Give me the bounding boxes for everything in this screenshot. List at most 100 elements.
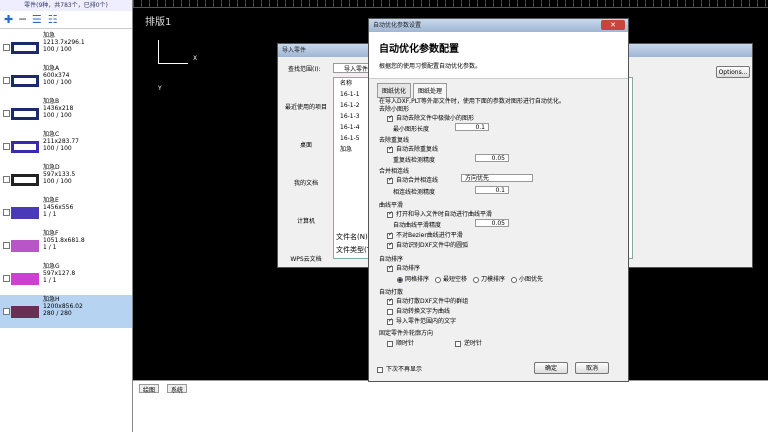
- part-item[interactable]: 加急C 211x283.77 100 / 100: [0, 130, 132, 163]
- part-size: 1213.7x296.1: [43, 39, 85, 46]
- part-qty: 100 / 100: [43, 145, 72, 152]
- text-curve-checkbox[interactable]: [387, 308, 393, 315]
- min-length-spinner[interactable]: 0.1: [455, 123, 489, 131]
- part-info: 加急E 1456x556 1 / 1: [43, 197, 73, 218]
- part-name: 加急A: [43, 65, 60, 72]
- arc-checkbox[interactable]: [387, 241, 393, 249]
- list-view-icon[interactable]: ☰: [32, 13, 42, 26]
- part-item[interactable]: 加急E 1456x556 1 / 1: [0, 196, 132, 229]
- remove-small-checkbox[interactable]: [387, 114, 393, 122]
- text-curve-label: 自动转换文字为曲线: [396, 308, 451, 315]
- part-info: 加急A 600x374 100 / 100: [43, 65, 72, 86]
- close-icon[interactable]: ✕: [601, 20, 625, 30]
- dup-precision-spinner[interactable]: 0.05: [475, 154, 509, 162]
- section-sort: 自动排序: [379, 256, 404, 263]
- place-wps[interactable]: WPS云文档: [282, 230, 330, 268]
- part-info: 加急F 1051.8x681.8 1 / 1: [43, 230, 85, 251]
- part-item[interactable]: 加急G 597x127.8 1 / 1: [0, 262, 132, 295]
- part-item[interactable]: 加急D 597x133.5 100 / 100: [0, 163, 132, 196]
- section-smooth: 曲线平滑: [379, 202, 404, 209]
- part-size: 1436x218: [43, 105, 74, 112]
- part-checkbox[interactable]: [3, 143, 10, 150]
- add-icon[interactable]: ✚: [4, 13, 13, 26]
- cancel-button[interactable]: 取消: [575, 362, 609, 374]
- place-recent[interactable]: 最近使用的项目: [282, 78, 330, 116]
- radio-small[interactable]: [511, 276, 518, 283]
- no-show-label: 下次不再显示: [386, 366, 423, 373]
- radio-shortest-label: 最短空移: [443, 276, 468, 283]
- part-thumbnail: [11, 265, 39, 293]
- part-qty: 1 / 1: [43, 244, 57, 251]
- layout-tab-title[interactable]: 排版1: [145, 13, 171, 28]
- bezier-checkbox[interactable]: [387, 231, 393, 239]
- bottom-panel: 绘图 系统: [133, 380, 768, 432]
- part-item[interactable]: 加急A 600x374 100 / 100: [0, 64, 132, 97]
- part-checkbox[interactable]: [3, 209, 10, 216]
- ok-button[interactable]: 确定: [534, 362, 568, 374]
- optimize-title: 自动优化参数设置: [373, 22, 422, 29]
- part-thumbnail: [11, 34, 39, 62]
- cw-label: 顺时针: [396, 340, 415, 347]
- part-item[interactable]: 加急F 1051.8x681.8 1 / 1: [0, 229, 132, 262]
- optimize-subtitle: 根据您的使用习惯配置自动优化参数。: [379, 63, 482, 70]
- part-thumbnail: [11, 199, 39, 227]
- auto-optimize-dialog: 自动优化参数设置 ✕ 自动优化参数配置 根据您的使用习惯配置自动优化参数。 图纸优…: [368, 18, 629, 382]
- part-qty: 100 / 100: [43, 79, 72, 86]
- remove-dup-checkbox[interactable]: [387, 145, 393, 153]
- radio-die-label: 刀模排序: [481, 276, 506, 283]
- part-item[interactable]: 加急 1213.7x296.1 100 / 100: [0, 31, 132, 64]
- part-checkbox[interactable]: [3, 308, 10, 315]
- part-name: 加急D: [43, 164, 60, 171]
- part-qty: 100 / 100: [43, 178, 72, 185]
- merge-precision-label: 相连线检测精度: [393, 189, 436, 196]
- section-dup: 去除重复线: [379, 137, 410, 144]
- no-show-checkbox[interactable]: [377, 366, 383, 373]
- sort-checkbox[interactable]: [387, 264, 393, 272]
- part-checkbox[interactable]: [3, 77, 10, 84]
- radio-shortest[interactable]: [435, 276, 442, 283]
- optimize-titlebar: 自动优化参数设置 ✕: [369, 19, 628, 32]
- part-thumbnail: [11, 100, 39, 128]
- merge-precision-spinner[interactable]: 0.1: [475, 186, 509, 194]
- place-documents[interactable]: 我的文档: [282, 154, 330, 192]
- remove-small-label: 自动去除文件中极微小的图形: [396, 115, 475, 122]
- part-size: 1051.8x681.8: [43, 237, 85, 244]
- tab-draw[interactable]: 绘图: [139, 384, 160, 394]
- remove-icon[interactable]: ━: [19, 13, 26, 26]
- merge-checkbox[interactable]: [387, 176, 393, 184]
- part-checkbox[interactable]: [3, 176, 10, 183]
- part-size: 1200x856.02: [43, 303, 83, 310]
- cw-checkbox[interactable]: [387, 340, 393, 347]
- radio-grid[interactable]: [397, 276, 403, 283]
- radio-die[interactable]: [473, 276, 480, 283]
- part-thumbnail: [11, 298, 39, 326]
- part-checkbox[interactable]: [3, 110, 10, 117]
- import-text-checkbox[interactable]: [387, 317, 393, 325]
- part-qty: 100 / 100: [43, 112, 72, 119]
- part-checkbox[interactable]: [3, 242, 10, 249]
- place-computer[interactable]: 计算机: [282, 192, 330, 230]
- smooth-precision-spinner[interactable]: 0.05: [475, 219, 509, 227]
- part-name: 加急C: [43, 131, 60, 138]
- explode-checkbox[interactable]: [387, 297, 393, 305]
- part-checkbox[interactable]: [3, 44, 10, 51]
- smooth-precision-label: 自动曲线平滑精度: [393, 222, 442, 229]
- sort-label: 自动排序: [396, 265, 421, 272]
- y-axis-label: Y: [158, 85, 162, 92]
- part-name: 加急F: [43, 230, 59, 237]
- part-size: 597x127.8: [43, 270, 76, 277]
- tab-system[interactable]: 系统: [167, 384, 188, 394]
- smooth-checkbox[interactable]: [387, 210, 393, 218]
- part-checkbox[interactable]: [3, 275, 10, 282]
- ccw-checkbox[interactable]: [455, 340, 461, 347]
- top-ruler: [133, 0, 768, 8]
- filename-label: 文件名(N):: [336, 233, 371, 241]
- part-item[interactable]: 加急H 1200x856.02 280 / 280: [0, 295, 132, 328]
- part-item[interactable]: 加急B 1436x218 100 / 100: [0, 97, 132, 130]
- lookin-select[interactable]: 导入零件: [333, 63, 373, 73]
- place-desktop[interactable]: 桌面: [282, 116, 330, 154]
- direction-select[interactable]: 方向优先: [461, 174, 533, 182]
- origin-axes: [158, 40, 188, 64]
- sort-icon[interactable]: ☷: [48, 13, 58, 26]
- options-button[interactable]: Options...: [716, 66, 750, 78]
